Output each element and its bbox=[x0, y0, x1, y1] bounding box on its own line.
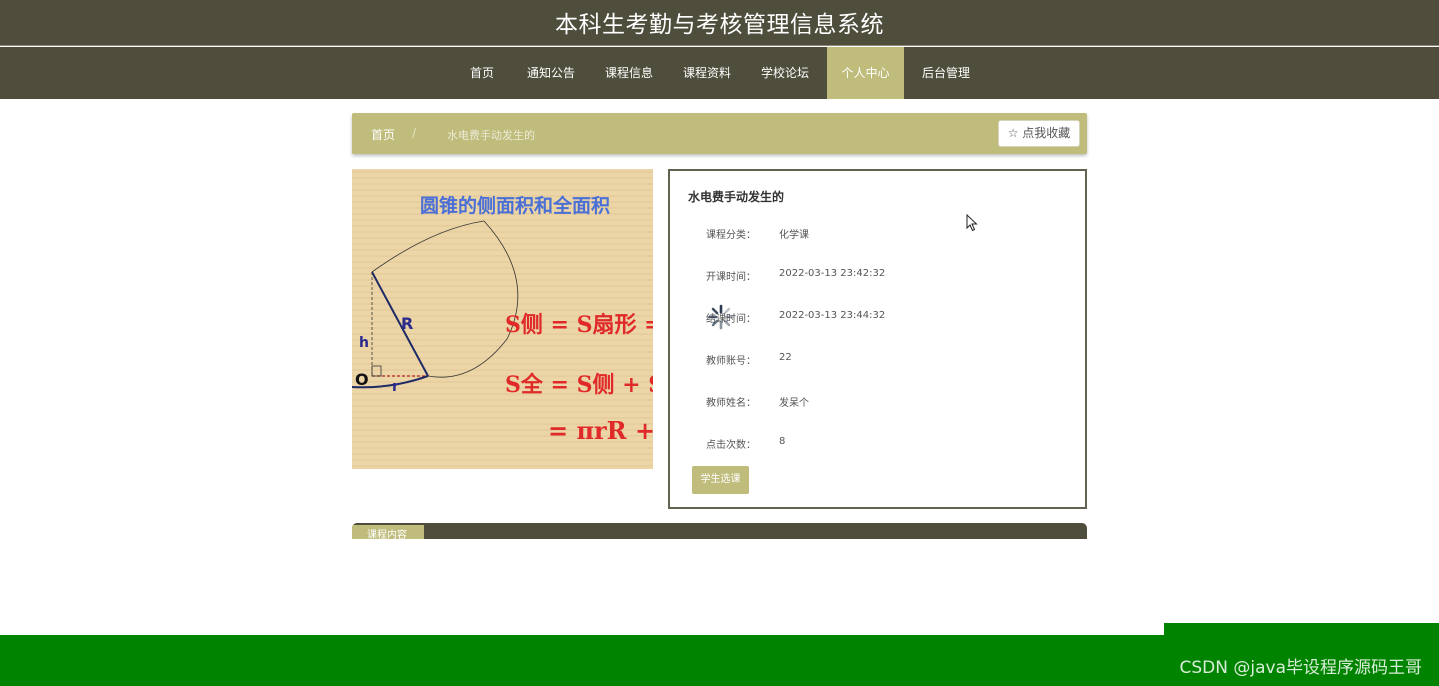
nav-item-courses[interactable]: 课程信息 bbox=[594, 47, 664, 99]
star-outline-icon: ☆ bbox=[1007, 126, 1019, 140]
label-r: r bbox=[392, 379, 399, 395]
nav-item-home[interactable]: 首页 bbox=[458, 47, 506, 99]
breadcrumb: 首页 / 水电费手动发生的 ☆ 点我收藏 bbox=[352, 113, 1087, 154]
mouse-cursor-icon bbox=[966, 214, 978, 232]
site-title: 本科生考勤与考核管理信息系统 bbox=[555, 12, 884, 38]
nav-item-materials[interactable]: 课程资料 bbox=[672, 47, 742, 99]
category-value: 化学课 bbox=[779, 230, 809, 241]
click-count-label: 点击次数： bbox=[706, 440, 756, 451]
start-time-value: 2022-03-13 23:42:32 bbox=[779, 268, 886, 279]
course-title: 水电费手动发生的 bbox=[688, 190, 785, 204]
loading-spinner-icon bbox=[708, 304, 734, 330]
label-O: O bbox=[355, 370, 369, 389]
label-h: h bbox=[359, 335, 369, 351]
main-navbar: 首页 通知公告 课程信息 课程资料 学校论坛 个人中心 后台管理 bbox=[0, 47, 1439, 99]
formula-lateral: S侧 = S扇形 = bbox=[505, 312, 653, 338]
formula-result: = πrR + bbox=[548, 416, 653, 445]
nav-item-personal-center[interactable]: 个人中心 bbox=[827, 47, 904, 99]
breadcrumb-current: 水电费手动发生的 bbox=[447, 129, 535, 142]
course-detail-panel: 水电费手动发生的 课程分类： 化学课 开课时间： 2022-03-13 23:4… bbox=[668, 169, 1087, 509]
teacher-name-label: 教师姓名： bbox=[706, 398, 756, 409]
breadcrumb-home-link[interactable]: 首页 bbox=[371, 126, 395, 143]
category-label: 课程分类： bbox=[706, 230, 756, 241]
image-title: 圆锥的侧面积和全面积 bbox=[420, 194, 610, 217]
course-image: 圆锥的侧面积和全面积 R h O r S侧 = S扇形 = S全 = S侧 + … bbox=[352, 169, 653, 469]
nav-item-notices[interactable]: 通知公告 bbox=[516, 47, 586, 99]
click-count-value: 8 bbox=[779, 436, 786, 447]
course-tab-bar: 课程内容 bbox=[352, 523, 1087, 539]
favorite-button-label: 点我收藏 bbox=[1022, 126, 1071, 140]
cone-diagram: 圆锥的侧面积和全面积 R h O r S侧 = S扇形 = S全 = S侧 + … bbox=[352, 169, 653, 469]
teacher-account-value: 22 bbox=[779, 352, 792, 363]
end-time-value: 2022-03-13 23:44:32 bbox=[779, 310, 886, 321]
favorite-button[interactable]: ☆ 点我收藏 bbox=[998, 120, 1080, 147]
breadcrumb-separator: / bbox=[412, 126, 417, 140]
label-R: R bbox=[401, 314, 413, 333]
formula-total: S全 = S侧 + S bbox=[505, 372, 653, 398]
nav-item-forum[interactable]: 学校论坛 bbox=[750, 47, 820, 99]
teacher-account-label: 教师账号： bbox=[706, 356, 756, 367]
enroll-button[interactable]: 学生选课 bbox=[692, 466, 749, 494]
watermark-text: CSDN @java毕设程序源码王哥 bbox=[1179, 658, 1423, 678]
start-time-label: 开课时间： bbox=[706, 272, 756, 283]
teacher-name-value: 发呆个 bbox=[779, 398, 809, 409]
nav-item-admin[interactable]: 后台管理 bbox=[911, 47, 981, 99]
tab-course-content[interactable]: 课程内容 bbox=[352, 525, 424, 539]
top-header: 本科生考勤与考核管理信息系统 bbox=[0, 0, 1439, 46]
